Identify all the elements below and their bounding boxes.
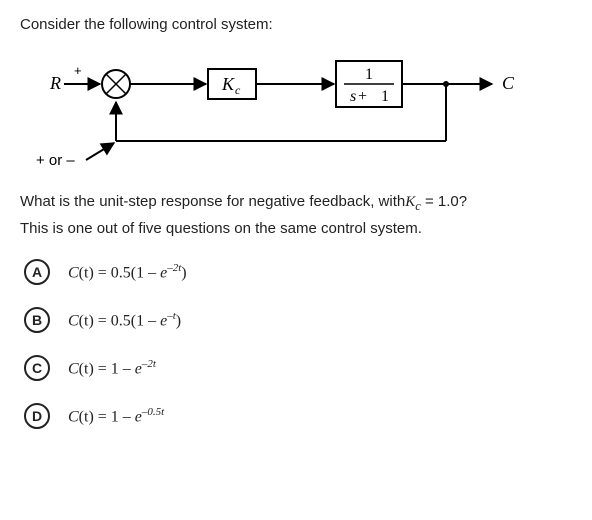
sign-selector: + or – <box>36 143 114 169</box>
question-prefix: What is the unit-step response for negat… <box>20 193 405 210</box>
svg-text:K: K <box>221 74 235 94</box>
option-letter-c: C <box>24 355 50 381</box>
svg-text:c: c <box>235 83 241 97</box>
plant-block: 1 s + 1 <box>336 61 402 107</box>
svg-text:s: s <box>350 88 356 105</box>
svg-text:1: 1 <box>365 66 373 83</box>
option-letter-a: A <box>24 259 50 285</box>
option-letter-d: D <box>24 403 50 429</box>
option-c[interactable]: C C(t) = 1 – e–2t <box>24 355 572 381</box>
question-suffix: = 1.0? <box>421 193 467 210</box>
svg-text:1: 1 <box>381 88 389 105</box>
note-text: This is one out of five questions on the… <box>20 220 572 237</box>
option-letter-b: B <box>24 307 50 333</box>
plus-sign: + <box>74 63 82 78</box>
option-b-formula: C(t) = 0.5(1 – e–t) <box>68 310 181 330</box>
options-list: A C(t) = 0.5(1 – e–2t) B C(t) = 0.5(1 – … <box>20 259 572 429</box>
block-diagram: R + K c 1 s + 1 C + or – <box>30 47 550 177</box>
option-a-formula: C(t) = 0.5(1 – e–2t) <box>68 262 187 282</box>
kc-block: K c <box>208 69 256 99</box>
r-label: R <box>49 73 61 93</box>
option-b[interactable]: B C(t) = 0.5(1 – e–t) <box>24 307 572 333</box>
summing-junction <box>102 70 130 98</box>
option-c-formula: C(t) = 1 – e–2t <box>68 358 156 378</box>
option-d[interactable]: D C(t) = 1 – e–0.5t <box>24 403 572 429</box>
option-d-formula: C(t) = 1 – e–0.5t <box>68 406 164 426</box>
question-text: What is the unit-step response for negat… <box>20 193 572 214</box>
intro-text: Consider the following control system: <box>20 16 572 33</box>
svg-text:+: + <box>358 88 367 105</box>
question-kc: K <box>405 194 415 210</box>
c-label: C <box>502 73 515 93</box>
option-a[interactable]: A C(t) = 0.5(1 – e–2t) <box>24 259 572 285</box>
svg-text:+ or –: + or – <box>36 152 75 169</box>
